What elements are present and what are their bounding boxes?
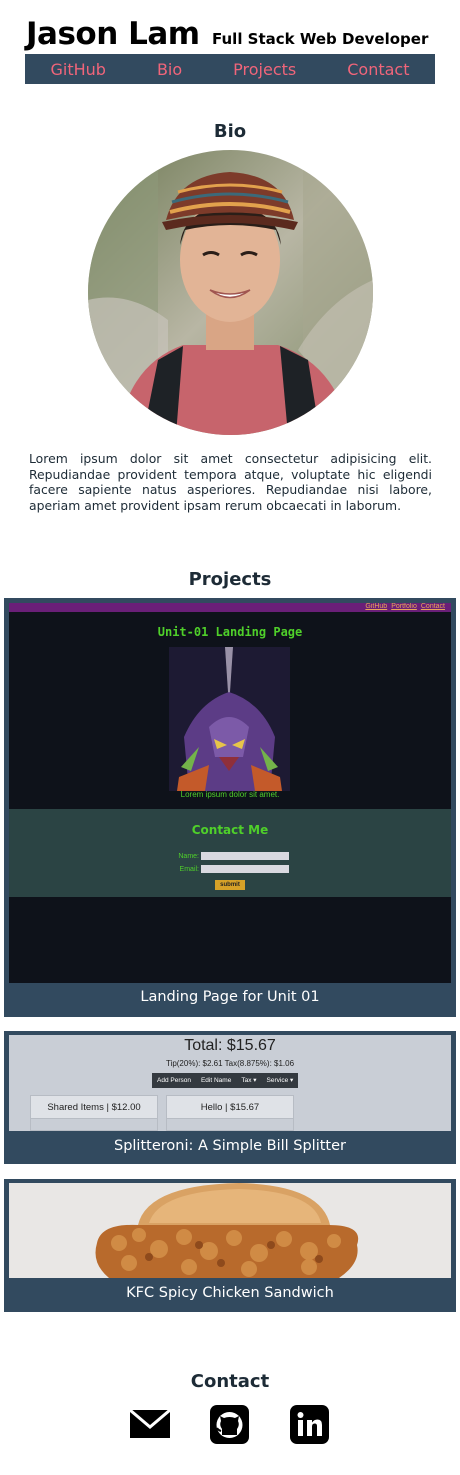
preview-tip-tax: Tip(20%): $2.61 Tax(8.875%): $1.06 [165,1059,295,1068]
preview-lorem: Lorem ipsum dolor sit amet. [180,790,280,799]
nav-link-contact[interactable]: Contact [347,60,409,79]
site-header: Jason Lam Full Stack Web Developer [26,16,436,52]
nav-link-projects[interactable]: Projects [233,60,296,79]
preview-email-field [201,865,289,873]
project-card-landing-page[interactable]: GitHub Portfolio Contact Unit-01 Landing… [4,598,456,1017]
site-name: Jason Lam [26,16,200,52]
preview-name-label: Name: [178,852,199,860]
preview-edit-name-button: Edit Name [200,1077,232,1084]
project-preview-landing-page: GitHub Portfolio Contact Unit-01 Landing… [9,603,451,983]
project-caption[interactable]: KFC Spicy Chicken Sandwich [4,1285,456,1301]
project-card-kfc[interactable]: KFC Spicy Chicken Sandwich [4,1179,456,1312]
main-nav: GitHub Bio Projects Contact [25,54,435,84]
project-preview-splitteroni: Total: $15.67 Tip(20%): $2.61 Tax(8.875%… [9,1035,451,1131]
profile-photo [88,150,373,435]
preview-submit-button: submit [215,880,245,890]
preview-robot-image [169,647,290,791]
github-icon[interactable] [210,1405,249,1444]
project-caption[interactable]: Landing Page for Unit 01 [4,989,456,1005]
preview-button-group: Add Person Edit Name Tax ▾ Service ▾ [152,1073,299,1088]
project-caption[interactable]: Splitteroni: A Simple Bill Splitter [4,1138,456,1154]
preview-top-links: GitHub Portfolio Contact [365,603,445,610]
site-role: Full Stack Web Developer [212,30,429,48]
nav-link-github[interactable]: GitHub [51,60,106,79]
preview-contact-section: Contact Me Name: Email: submit [9,809,451,897]
project-preview-kfc-sandwich [9,1183,451,1278]
email-icon[interactable] [129,1408,171,1438]
linkedin-icon[interactable] [290,1405,329,1444]
preview-service-dropdown: Service ▾ [266,1077,294,1084]
preview-contact-title: Contact Me [191,823,269,837]
preview-column-hello: Hello | $15.67 [166,1095,294,1131]
bio-paragraph: Lorem ipsum dolor sit amet consectetur a… [29,451,432,513]
preview-name-field [201,852,289,860]
preview-column-shared: Shared Items | $12.00 [30,1095,158,1131]
preview-total: Total: $15.67 [184,1037,276,1054]
preview-tax-dropdown: Tax ▾ [241,1077,257,1084]
preview-add-person-button: Add Person [157,1077,191,1084]
bio-title: Bio [213,121,247,142]
preview-heading: Unit-01 Landing Page [157,625,303,639]
project-card-splitteroni[interactable]: Total: $15.67 Tip(20%): $2.61 Tax(8.875%… [4,1031,456,1164]
nav-link-bio[interactable]: Bio [157,60,182,79]
projects-title: Projects [188,569,272,590]
contact-title: Contact [190,1371,270,1392]
preview-email-label: Email: [179,865,199,873]
